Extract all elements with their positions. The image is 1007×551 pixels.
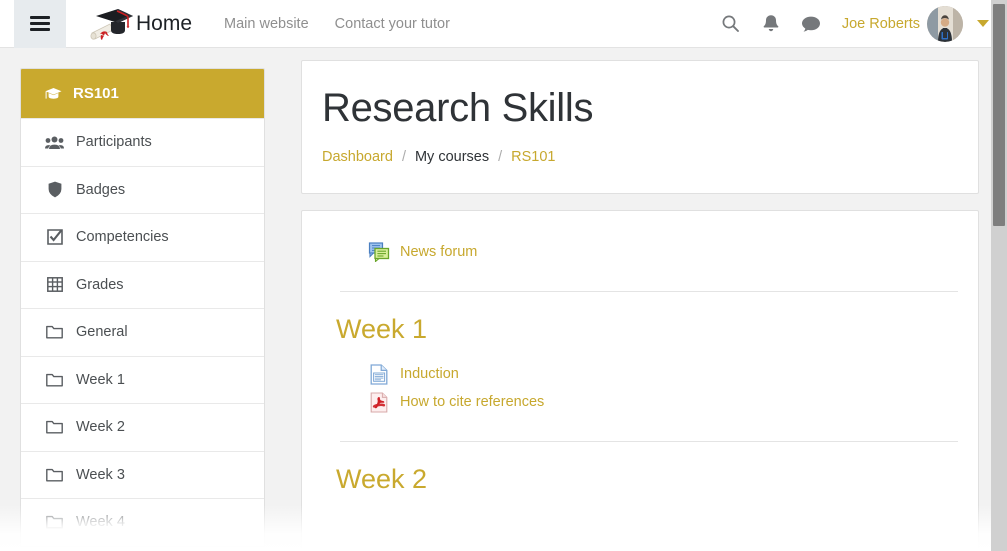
breadcrumb: Dashboard / My courses / RS101 (322, 149, 958, 165)
activity-label[interactable]: News forum (400, 244, 477, 260)
page-scrollbar[interactable] (991, 0, 1007, 551)
nav-link-contact-tutor[interactable]: Contact your tutor (335, 16, 450, 32)
course-content-card: News forum Week 1 Induction How to cite … (301, 210, 979, 551)
section-general: News forum (322, 241, 958, 263)
nav-link-main-website[interactable]: Main website (224, 16, 309, 32)
section-divider (340, 291, 958, 292)
sidebar-item-grades[interactable]: Grades (21, 260, 264, 308)
breadcrumb-item-my-courses[interactable]: My courses (415, 149, 489, 165)
activity-label[interactable]: Induction (400, 366, 459, 382)
table-grid-icon (45, 277, 64, 293)
sidebar-item-competencies[interactable]: Competencies (21, 213, 264, 261)
sidebar-item-label: Competencies (76, 229, 169, 246)
users-icon (45, 135, 64, 150)
page-body: RS101 Participants Badges Competencies G… (0, 48, 1007, 551)
sidebar-item-label: Week 3 (76, 466, 125, 483)
page-title: Research Skills (322, 86, 594, 130)
sidebar-item-label: General (76, 324, 128, 341)
graduation-cap-logo (88, 6, 134, 42)
nav-drawer-toggle-button[interactable] (14, 0, 66, 48)
section-week-2: Week 2 (322, 441, 958, 495)
brand-home-link[interactable]: Home (88, 6, 192, 42)
pdf-icon (368, 391, 390, 413)
top-navbar: Home Main website Contact your tutor Joe… (0, 0, 1007, 48)
sidebar-item-general[interactable]: General (21, 308, 264, 356)
message-icon[interactable] (794, 7, 828, 41)
brand-label: Home (136, 11, 193, 35)
search-icon[interactable] (714, 7, 748, 41)
check-square-icon (45, 229, 64, 246)
breadcrumb-separator: / (498, 149, 503, 165)
sidebar-item-week-3[interactable]: Week 3 (21, 450, 264, 498)
navbar-right-cluster: Joe Roberts (708, 5, 1007, 42)
course-index-sidebar: RS101 Participants Badges Competencies G… (20, 68, 265, 547)
shield-icon (45, 181, 64, 198)
bell-icon[interactable] (754, 7, 788, 41)
page-icon (368, 363, 390, 385)
section-divider (340, 441, 958, 442)
folder-icon (45, 515, 64, 529)
folder-icon (45, 420, 64, 434)
activity-induction[interactable]: Induction (322, 363, 958, 385)
sidebar-item-week-1[interactable]: Week 1 (21, 355, 264, 403)
main-content-region: Research Skills Dashboard / My courses /… (301, 60, 979, 551)
page-header-card: Research Skills Dashboard / My courses /… (301, 60, 979, 194)
sidebar-item-label: Week 1 (76, 371, 125, 388)
sidebar-item-week-4[interactable]: Week 4 (21, 498, 264, 546)
page-scrollbar-thumb[interactable] (993, 4, 1005, 226)
sidebar-course-header[interactable]: RS101 (21, 69, 264, 118)
sidebar-course-label: RS101 (73, 85, 119, 102)
activity-how-to-cite-references[interactable]: How to cite references (322, 391, 958, 413)
section-week-1: Week 1 Induction How to cite references (322, 291, 958, 413)
sidebar-item-label: Grades (76, 276, 124, 293)
activity-label[interactable]: How to cite references (400, 394, 544, 410)
activity-news-forum[interactable]: News forum (322, 241, 958, 263)
chevron-down-icon[interactable] (977, 20, 989, 27)
breadcrumb-separator: / (401, 149, 406, 165)
folder-icon (45, 373, 64, 387)
breadcrumb-item-dashboard[interactable]: Dashboard (322, 149, 393, 165)
sidebar-item-week-2[interactable]: Week 2 (21, 403, 264, 451)
user-name-label: Joe Roberts (841, 15, 920, 32)
user-avatar-photo (927, 5, 963, 42)
forum-icon (368, 241, 390, 263)
section-title: Week 1 (336, 314, 428, 344)
user-menu-toggle[interactable]: Joe Roberts (841, 5, 989, 42)
breadcrumb-item-rs101[interactable]: RS101 (511, 149, 555, 165)
sidebar-item-participants[interactable]: Participants (21, 118, 264, 166)
folder-icon (45, 468, 64, 482)
folder-icon (45, 325, 64, 339)
graduation-cap-icon (45, 87, 62, 101)
sidebar-item-label: Week 2 (76, 419, 125, 436)
sidebar-item-label: Participants (76, 134, 152, 151)
sidebar-item-label: Badges (76, 181, 126, 198)
section-title: Week 2 (336, 464, 428, 494)
hamburger-icon (30, 13, 50, 34)
sidebar-item-badges[interactable]: Badges (21, 165, 264, 213)
sidebar-item-label: Week 4 (76, 514, 125, 531)
